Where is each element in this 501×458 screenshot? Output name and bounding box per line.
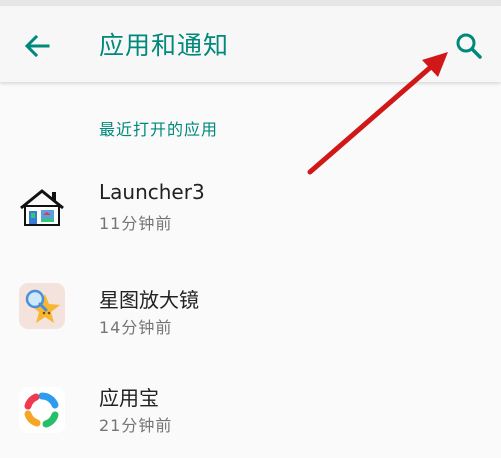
page-title: 应用和通知 — [99, 31, 230, 60]
back-button[interactable] — [18, 26, 58, 66]
recent-apps-header: 最近打开的应用 — [99, 120, 219, 139]
app-name: 应用宝 — [99, 386, 159, 410]
app-last-opened: 14分钟前 — [99, 318, 173, 337]
arrow-left-icon — [24, 34, 50, 58]
app-last-opened: 11分钟前 — [99, 214, 173, 233]
yingyongbao-icon — [19, 387, 65, 433]
app-name: 星图放大镜 — [99, 288, 199, 312]
app-last-opened: 21分钟前 — [99, 416, 173, 435]
app-item-magnifier[interactable]: 星图放大镜 14分钟前 — [0, 262, 501, 358]
app-item-launcher3[interactable]: Launcher3 11分钟前 — [0, 160, 501, 256]
app-name: Launcher3 — [99, 180, 205, 204]
magnifier-star-icon — [19, 283, 65, 329]
search-button[interactable] — [449, 26, 489, 66]
app-bar: 应用和通知 — [0, 6, 501, 82]
search-icon — [456, 33, 482, 59]
launcher3-house-icon — [20, 189, 64, 226]
